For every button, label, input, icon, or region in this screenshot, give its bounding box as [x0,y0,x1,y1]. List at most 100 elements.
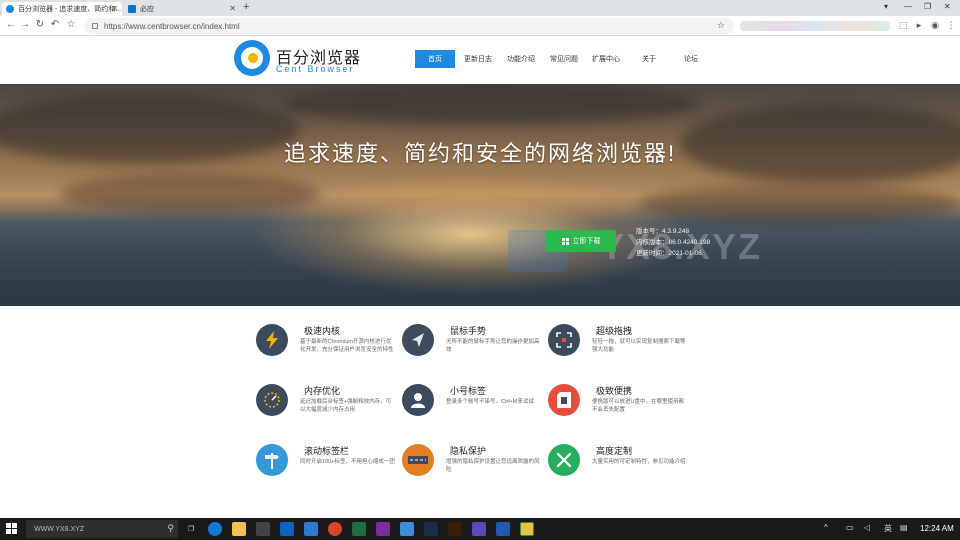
feature-desc: 轻轻一拖，就可以实现复制搜索下载等强大功能 [592,339,686,353]
feature-desc: 无所不能的鼠标手势让您的操作更加高效 [446,339,540,353]
feature-desc: 延迟加载后台标签+强制释放内存，可以大幅度减少内存占用 [300,399,392,413]
minimize-icon[interactable]: — [904,2,912,11]
hero-banner: 追求速度、简约和安全的网络浏览器! YX8.XYZ 立即下载 版本号：4.3.9… [0,84,960,306]
close-tab-icon[interactable]: ✕ [111,4,118,13]
feature-title: 滚动标签栏 [304,446,350,456]
feature-desc: 基于最新的Chromium开源内核进行优化开发，充分保证用户浏览安全的特性 [300,339,394,353]
tab-list-icon[interactable]: ▾ [884,2,888,11]
gauge-icon [256,384,288,416]
update-date: 更新时间：2021-01-06 [636,250,702,257]
volume-icon[interactable]: ◁ [864,523,870,532]
extension-icon[interactable]: ▸ [914,20,924,30]
feature-card: 超级拖拽 轻轻一拖，就可以实现复制搜索下载等强大功能 [548,324,688,374]
tab-bing[interactable]: 必应 ✕ [124,2,240,16]
nav-changelog[interactable]: 更新日志 [460,50,496,68]
undo-icon[interactable]: ↶ [48,19,62,30]
lightning-icon [256,324,288,356]
bookmark-star-icon[interactable]: ☆ [64,19,78,30]
new-tab-button[interactable]: + [243,1,249,13]
close-tab-icon[interactable]: ✕ [229,4,236,13]
menu-icon[interactable]: ⋮ [946,20,956,30]
address-bar[interactable]: https://www.centbrowser.cn/index.html [84,18,734,34]
feature-desc: 增强的隐私保护设置让您远离泄露的风险 [446,459,540,473]
tray-expand-icon[interactable]: ^ [824,523,828,532]
word-icon[interactable] [496,522,510,536]
sdcard-icon [548,384,580,416]
tab-title: 百分浏览器 - 追求速度、简约和... [18,6,122,13]
star-icon[interactable]: ☆ [716,20,726,30]
feature-desc: 大量实用的可定制特性，参见功能介绍 [592,459,686,465]
taskbar-clock[interactable]: 12:24 AM [920,524,954,533]
blurred-extensions [740,21,890,31]
feature-card: 小号标签 登录多个账号不串号，Ctrl+M来试试 [402,384,542,434]
network-icon[interactable]: ▭ [846,523,854,532]
lock-icon [92,23,98,29]
feature-title: 隐私保护 [450,446,487,456]
close-window-icon[interactable]: ✕ [944,2,951,11]
onenote-icon[interactable] [376,522,390,536]
store-icon[interactable] [256,522,270,536]
profile-icon[interactable]: ◉ [930,20,940,30]
url-text: https://www.centbrowser.cn/index.html [104,21,240,31]
photos-icon[interactable] [400,522,414,536]
kernel-version: 内核版本：86.0.4240.198 [636,239,711,246]
restore-icon[interactable]: ❐ [924,2,931,11]
centbrowser-favicon-icon [6,5,14,13]
feature-title: 内存优化 [304,386,341,396]
feature-card: 鼠标手势 无所不能的鼠标手势让您的操作更加高效 [402,324,542,374]
outlook-icon[interactable] [280,522,294,536]
version-number: 版本号：4.3.9.248 [636,228,690,235]
back-icon[interactable]: ← [4,19,18,30]
feature-desc: 同时开启100+标签，不用担心缩成一团 [300,459,395,465]
crop-icon[interactable]: ⬚ [898,20,908,30]
drag-icon [548,324,580,356]
excel-icon[interactable] [352,522,366,536]
feature-card: 滚动标签栏 同时开启100+标签，不用担心缩成一团 [256,444,396,494]
language-icon[interactable]: 英 [884,523,892,534]
media-player-icon[interactable] [328,522,342,536]
file-explorer-icon[interactable] [232,522,246,536]
edge-icon[interactable] [208,522,222,536]
logo-subtitle: Cent Browser [276,64,355,74]
nav-about[interactable]: 关于 [634,50,664,68]
feature-title: 极致便携 [596,386,633,396]
feature-title: 小号标签 [450,386,487,396]
feature-title: 超级拖拽 [596,326,633,336]
teams-icon[interactable] [472,522,486,536]
centbrowser-logo-icon[interactable] [234,40,270,76]
search-placeholder: WWW.YX8.XYZ [34,525,85,533]
calendar-icon[interactable] [304,522,318,536]
windows-taskbar: WWW.YX8.XYZ ⚲ ❐ ^ ▭ ◁ 英 ▤ 12:24 AM [0,518,960,540]
taskbar-search-input[interactable]: WWW.YX8.XYZ ⚲ [26,520,178,538]
feature-card: 极致便携 便携版可以放进U盘中，在哪里使用都不会丢失配置 [548,384,688,434]
task-view-icon[interactable]: ❐ [184,522,198,536]
nav-features[interactable]: 功能介绍 [503,50,539,68]
illustrator-icon[interactable] [448,522,462,536]
nav-extensions[interactable]: 扩展中心 [588,50,624,68]
feature-card: 隐私保护 增强的隐私保护设置让您远离泄露的风险 [402,444,542,494]
nav-forum[interactable]: 论坛 [676,50,706,68]
feature-title: 鼠标手势 [450,326,487,336]
feature-card: 内存优化 延迟加载后台标签+强制释放内存，可以大幅度减少内存占用 [256,384,396,434]
app-icon[interactable] [520,522,534,536]
start-icon[interactable] [6,523,17,534]
road-icon [402,444,434,476]
feature-title: 极速内核 [304,326,341,336]
site-header: 百分浏览器 Cent Browser 首页 更新日志 功能介绍 常见问题 扩展中… [0,36,960,84]
forward-icon[interactable]: → [18,19,32,30]
nav-home[interactable]: 首页 [415,50,455,68]
feature-desc: 登录多个账号不串号，Ctrl+M来试试 [446,399,534,405]
tab-centbrowser[interactable]: 百分浏览器 - 追求速度、简约和... ✕ [2,2,122,16]
tab-strip: 百分浏览器 - 追求速度、简约和... ✕ 必应 ✕ + ▾ — ❐ ✕ [0,0,960,16]
feature-card: 高度定制 大量实用的可定制特性，参见功能介绍 [548,444,688,494]
feature-title: 高度定制 [596,446,633,456]
notification-icon[interactable]: ▤ [900,523,908,532]
download-button[interactable]: 立即下载 [546,230,616,252]
signpost-icon [256,444,288,476]
hero-title: 追求速度、简约和安全的网络浏览器! [283,141,677,166]
nav-faq[interactable]: 常见问题 [546,50,582,68]
cloud-decoration [280,84,700,124]
browser-toolbar: ← → ↻ ↶ ☆ https://www.centbrowser.cn/ind… [0,16,960,36]
photoshop-icon[interactable] [424,522,438,536]
reload-icon[interactable]: ↻ [33,19,47,30]
